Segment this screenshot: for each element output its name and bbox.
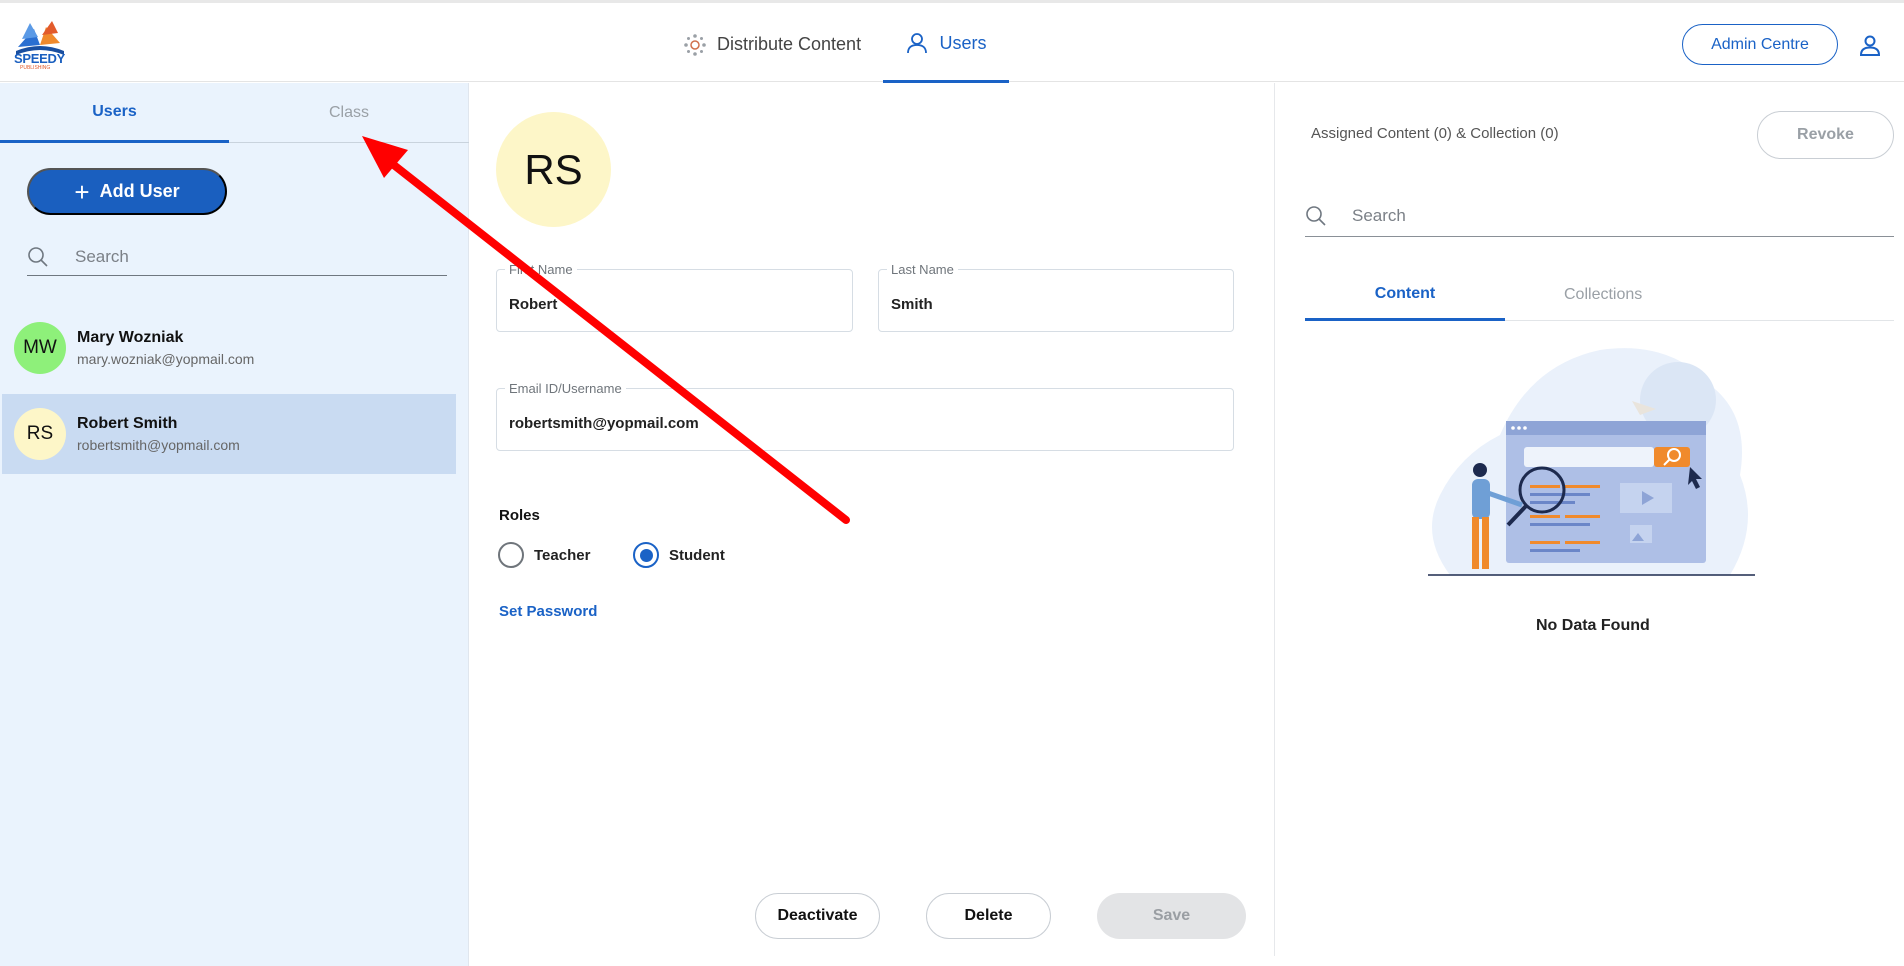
last-name-label: Last Name <box>887 262 958 277</box>
add-user-button[interactable]: + Add User <box>27 168 227 215</box>
account-icon[interactable] <box>1858 33 1882 57</box>
users-sidebar: Users Class + Add User MW Mary Wozniak m… <box>0 83 469 966</box>
first-name-value: Robert <box>509 296 558 313</box>
user-email: mary.wozniak@yopmail.com <box>77 351 255 367</box>
user-avatar-large: RS <box>496 112 611 227</box>
set-password-link[interactable]: Set Password <box>499 603 597 620</box>
role-radio-student[interactable]: Student <box>633 542 725 568</box>
nav-tab-distribute-content[interactable]: Distribute Content <box>683 6 861 83</box>
no-data-message: No Data Found <box>1536 617 1650 634</box>
panel-divider <box>1274 83 1275 956</box>
radio-unchecked-icon <box>498 542 524 568</box>
no-data-illustration <box>1428 348 1755 576</box>
user-search <box>27 238 447 276</box>
tab-users[interactable]: Users <box>0 83 229 143</box>
top-bar: SPEEDY PUBLISHING Distribute Content Use… <box>0 0 1904 83</box>
search-icon <box>1306 205 1326 226</box>
email-value: robertsmith@yopmail.com <box>509 415 699 432</box>
revoke-button[interactable]: Revoke <box>1757 111 1894 159</box>
first-name-label: First Name <box>505 262 577 277</box>
avatar: MW <box>14 322 66 374</box>
admin-centre-button[interactable]: Admin Centre <box>1682 24 1838 65</box>
last-name-value: Smith <box>891 296 933 313</box>
assigned-search <box>1305 195 1894 237</box>
deactivate-button[interactable]: Deactivate <box>755 893 880 939</box>
plus-icon: + <box>74 176 90 207</box>
search-input[interactable] <box>1352 205 1872 226</box>
email-field[interactable]: Email ID/Username robertsmith@yopmail.co… <box>496 381 1234 451</box>
radio-checked-icon <box>633 542 659 568</box>
tab-collections[interactable]: Collections <box>1505 270 1894 321</box>
role-label: Teacher <box>534 546 591 564</box>
tab-content[interactable]: Content <box>1305 270 1505 321</box>
add-user-label: Add User <box>99 181 180 201</box>
nav-tab-users[interactable]: Users <box>883 6 1009 83</box>
email-label: Email ID/Username <box>505 381 626 396</box>
user-email: robertsmith@yopmail.com <box>77 437 240 453</box>
nav-tab-label: Users <box>939 32 987 53</box>
user-name: Robert Smith <box>77 415 178 432</box>
avatar: RS <box>14 408 66 460</box>
role-radio-teacher[interactable]: Teacher <box>498 542 590 568</box>
user-list-item[interactable]: MW Mary Wozniak mary.wozniak@yopmail.com <box>2 308 456 388</box>
assigned-content-title: Assigned Content (0) & Collection (0) <box>1311 125 1559 142</box>
last-name-field[interactable]: Last Name Smith <box>878 262 1234 332</box>
distribute-icon <box>684 33 706 56</box>
logo-text: SPEEDY <box>14 51 65 66</box>
search-input[interactable] <box>75 246 435 267</box>
first-name-field[interactable]: First Name Robert <box>496 262 853 332</box>
user-icon <box>907 33 928 54</box>
user-name: Mary Wozniak <box>77 329 184 346</box>
user-list-item-selected[interactable]: RS Robert Smith robertsmith@yopmail.com <box>2 394 456 474</box>
save-button[interactable]: Save <box>1097 893 1246 939</box>
logo-subtext: PUBLISHING <box>20 65 51 71</box>
tab-class[interactable]: Class <box>229 83 469 143</box>
role-label: Student <box>669 546 725 564</box>
delete-button[interactable]: Delete <box>926 893 1051 939</box>
search-icon <box>28 246 48 267</box>
roles-label: Roles <box>499 507 540 524</box>
nav-tab-label: Distribute Content <box>717 34 862 54</box>
